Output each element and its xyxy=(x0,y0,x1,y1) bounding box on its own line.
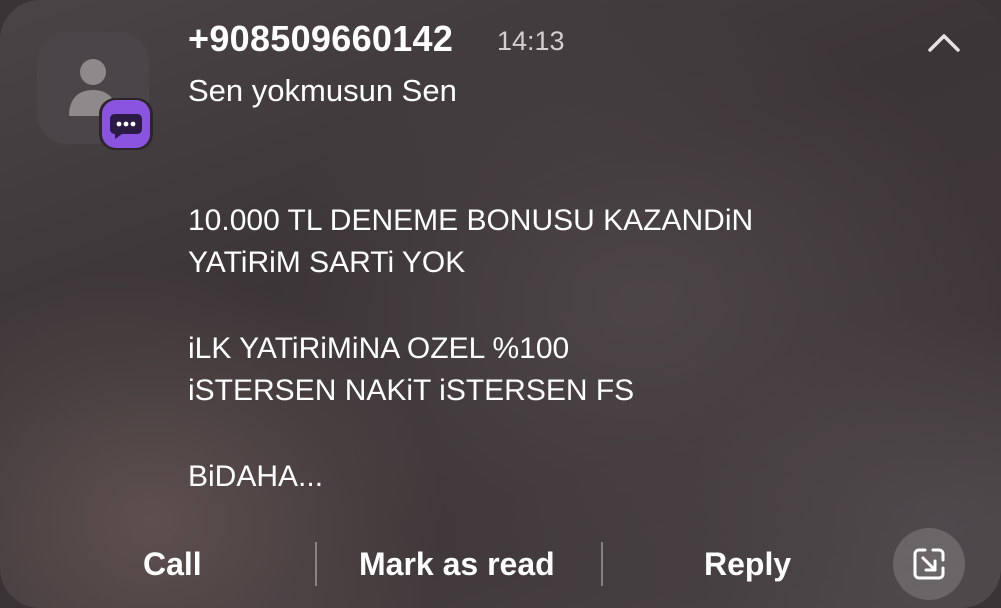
action-divider xyxy=(601,542,603,586)
open-in-app-icon xyxy=(913,548,945,580)
messages-app-icon xyxy=(110,114,142,139)
message-body: 10.000 TL DENEME BONUSU KAZANDiN YATiRiM… xyxy=(188,200,948,498)
open-in-app-button[interactable] xyxy=(893,528,965,600)
body-line: iSTERSEN NAKiT iSTERSEN FS xyxy=(188,374,635,407)
body-line: BiDAHA... xyxy=(188,460,324,493)
reply-button[interactable]: Reply xyxy=(704,546,791,583)
call-button[interactable]: Call xyxy=(143,546,202,583)
message-subject: Sen yokmusun Sen xyxy=(188,73,457,108)
message-notification[interactable]: +908509660142 14:13 Sen yokmusun Sen 10.… xyxy=(0,0,1001,608)
mark-as-read-button[interactable]: Mark as read xyxy=(359,546,555,583)
body-line: YATiRiM SARTi YOK xyxy=(188,246,466,279)
action-divider xyxy=(315,542,317,586)
message-time: 14:13 xyxy=(497,26,565,56)
notification-actions: Call Mark as read Reply xyxy=(0,528,1001,608)
body-line: iLK YATiRiMiNA OZEL %100 xyxy=(188,332,570,365)
sender-number: +908509660142 xyxy=(188,18,454,59)
collapse-button[interactable] xyxy=(918,22,970,62)
body-line: 10.000 TL DENEME BONUSU KAZANDiN xyxy=(188,204,754,237)
messages-app-badge xyxy=(99,98,153,150)
chevron-up-icon xyxy=(928,34,960,52)
